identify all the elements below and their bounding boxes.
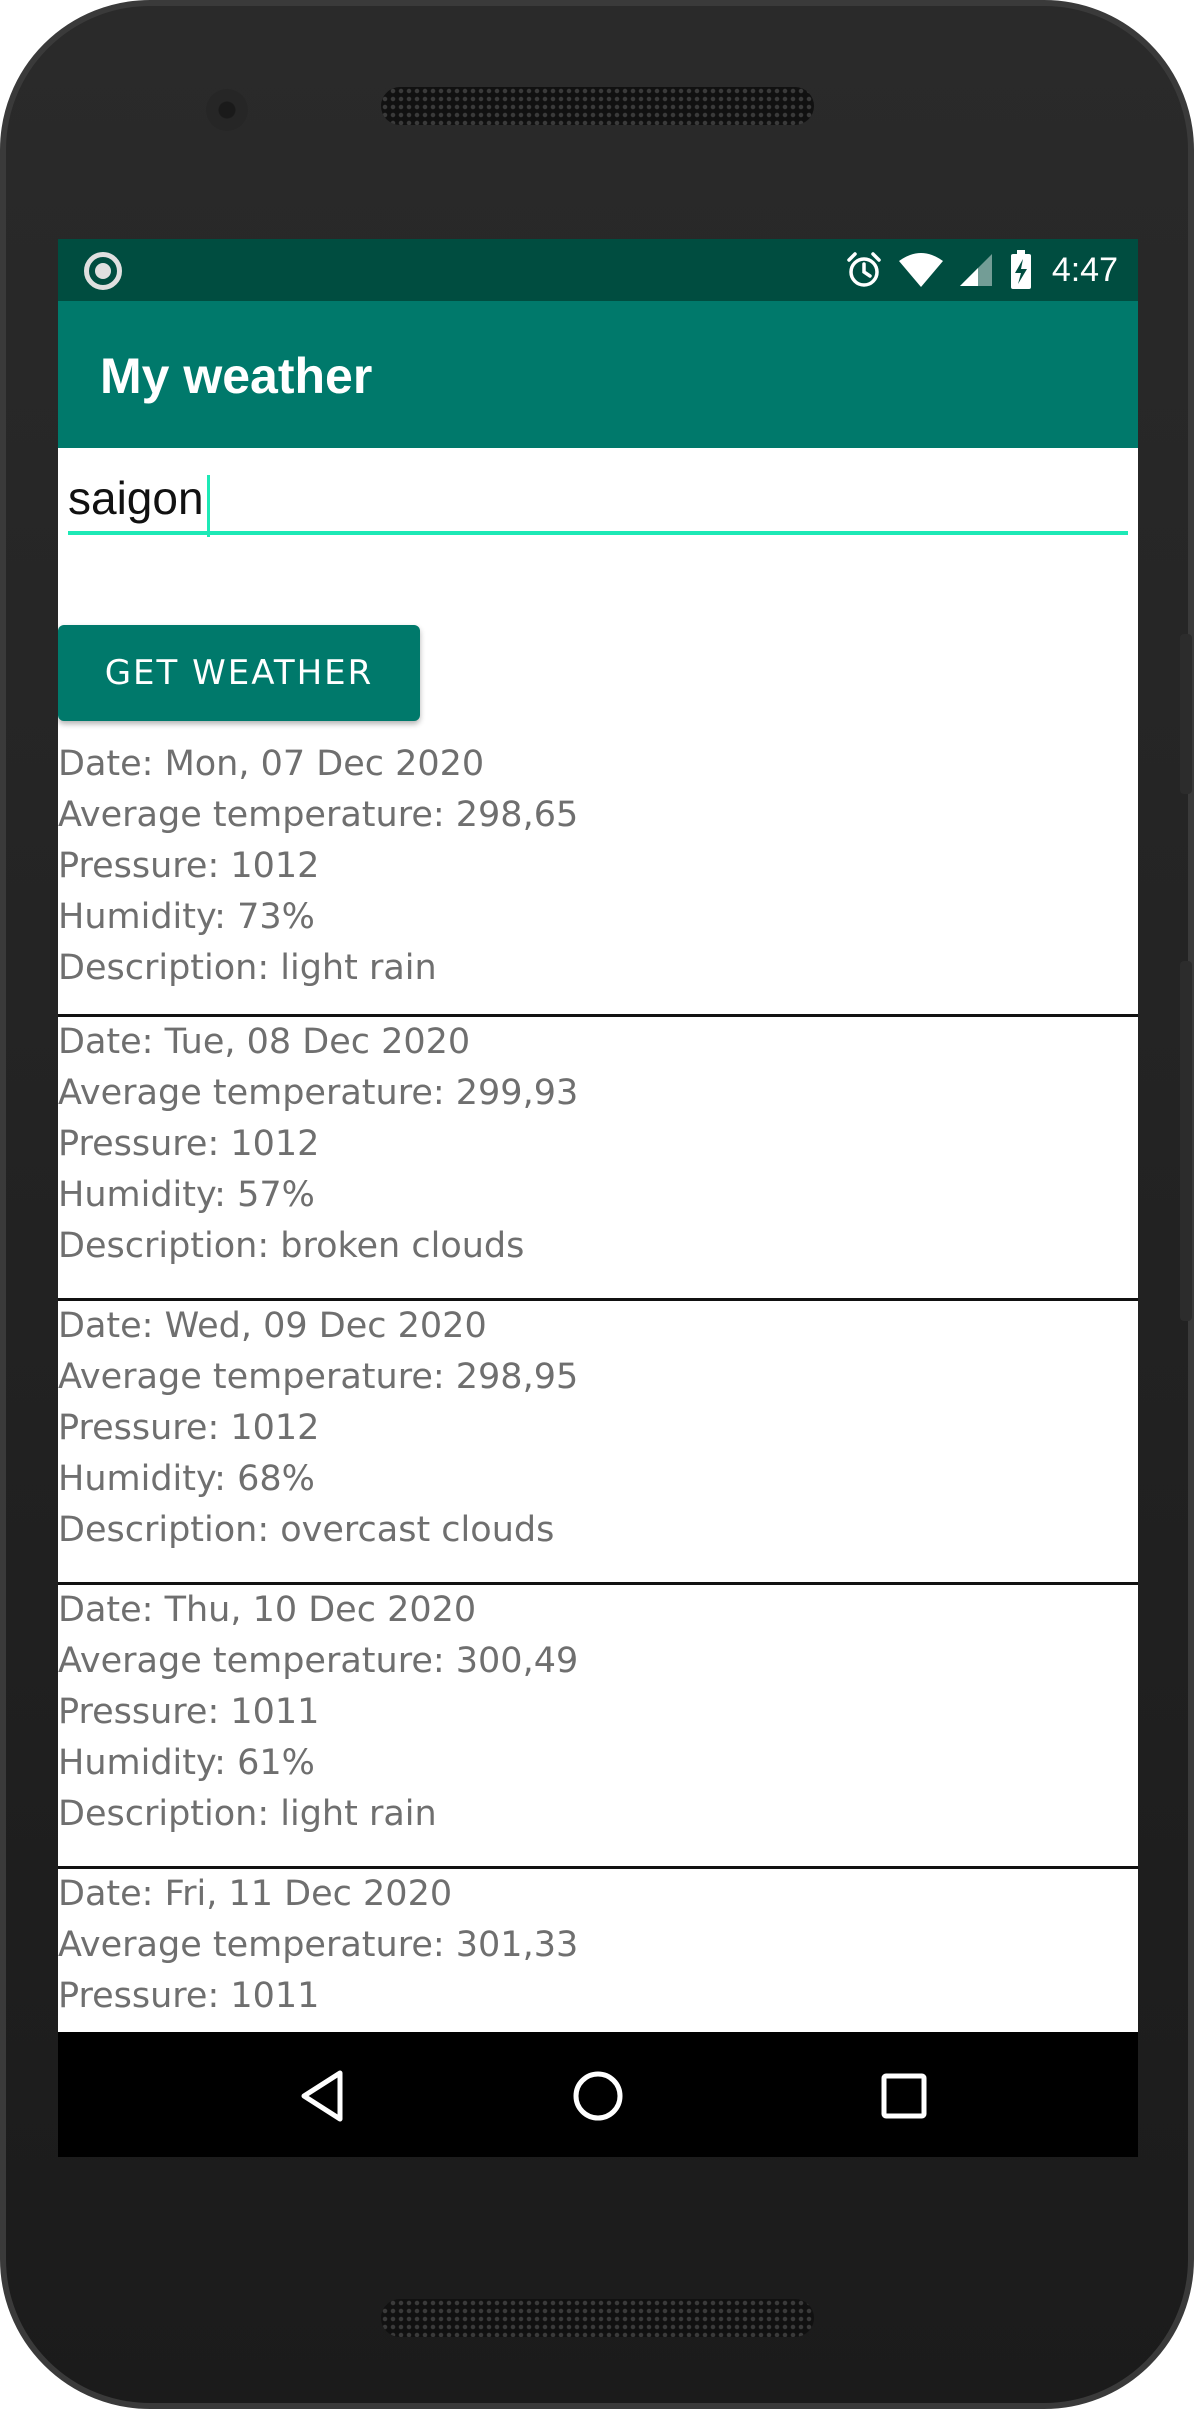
wifi-icon [898, 253, 943, 287]
forecast-description: Description: overcast clouds [58, 1510, 555, 1550]
get-weather-button[interactable]: GET WEATHER [58, 625, 420, 721]
app-bar: My weather [58, 301, 1138, 448]
text-cursor [207, 475, 210, 537]
volume-button [1180, 961, 1192, 1321]
forecast-temperature: Average temperature: 298,65 [58, 795, 579, 835]
forecast-humidity: Humidity: 57% [58, 1175, 315, 1215]
list-item: Date: Tue, 08 Dec 2020 Average temperatu… [58, 1017, 1138, 1301]
device-screen: 4:47 My weather GET WEATHER Date: Mon, 0… [58, 239, 1138, 2157]
earpiece-speaker [381, 87, 814, 125]
forecast-humidity: Humidity: 73% [58, 897, 315, 937]
forecast-temperature: Average temperature: 301,33 [58, 1925, 579, 1965]
forecast-description: Description: light rain [58, 948, 437, 988]
recents-button[interactable] [876, 2068, 932, 2124]
forecast-date: Date: Mon, 07 Dec 2020 [58, 744, 485, 784]
forecast-humidity: Humidity: 61% [58, 1743, 315, 1783]
phone-frame: 4:47 My weather GET WEATHER Date: Mon, 0… [0, 0, 1194, 2409]
forecast-description: Description: broken clouds [58, 1226, 525, 1266]
status-icons: 4:47 [844, 247, 1118, 293]
notification-dot-icon [84, 252, 122, 290]
back-button[interactable] [294, 2068, 350, 2124]
forecast-date: Date: Tue, 08 Dec 2020 [58, 1022, 471, 1062]
power-button [1180, 634, 1192, 794]
forecast-description: Description: light rain [58, 1794, 437, 1834]
list-item: Date: Thu, 10 Dec 2020 Average temperatu… [58, 1585, 1138, 1869]
city-input[interactable] [68, 471, 1128, 535]
battery-charging-icon [1010, 250, 1031, 289]
status-bar: 4:47 [58, 239, 1138, 301]
status-time: 4:47 [1051, 250, 1118, 289]
app-title: My weather [100, 348, 373, 404]
home-button[interactable] [570, 2068, 626, 2124]
home-icon [573, 2071, 623, 2121]
list-item: Date: Wed, 09 Dec 2020 Average temperatu… [58, 1301, 1138, 1585]
forecast-temperature: Average temperature: 300,49 [58, 1641, 579, 1681]
front-camera [206, 89, 248, 131]
forecast-pressure: Pressure: 1012 [58, 1408, 320, 1448]
forecast-pressure: Pressure: 1012 [58, 1124, 320, 1164]
list-item: Date: Mon, 07 Dec 2020 Average temperatu… [58, 739, 1138, 1017]
back-icon [301, 2070, 343, 2122]
forecast-temperature: Average temperature: 299,93 [58, 1073, 579, 1113]
forecast-pressure: Pressure: 1011 [58, 1976, 320, 2016]
navigation-bar [58, 2032, 1138, 2157]
cell-signal-icon [959, 254, 992, 286]
forecast-date: Date: Thu, 10 Dec 2020 [58, 1590, 477, 1630]
forecast-temperature: Average temperature: 298,95 [58, 1357, 579, 1397]
alarm-icon [847, 252, 881, 287]
recents-icon [881, 2073, 927, 2119]
forecast-pressure: Pressure: 1012 [58, 846, 320, 886]
forecast-date: Date: Wed, 09 Dec 2020 [58, 1306, 487, 1346]
forecast-humidity: Humidity: 68% [58, 1459, 315, 1499]
weather-list[interactable]: Date: Mon, 07 Dec 2020 Average temperatu… [58, 739, 1138, 2153]
forecast-date: Date: Fri, 11 Dec 2020 [58, 1874, 453, 1914]
forecast-pressure: Pressure: 1011 [58, 1692, 320, 1732]
bottom-speaker [381, 2299, 814, 2337]
